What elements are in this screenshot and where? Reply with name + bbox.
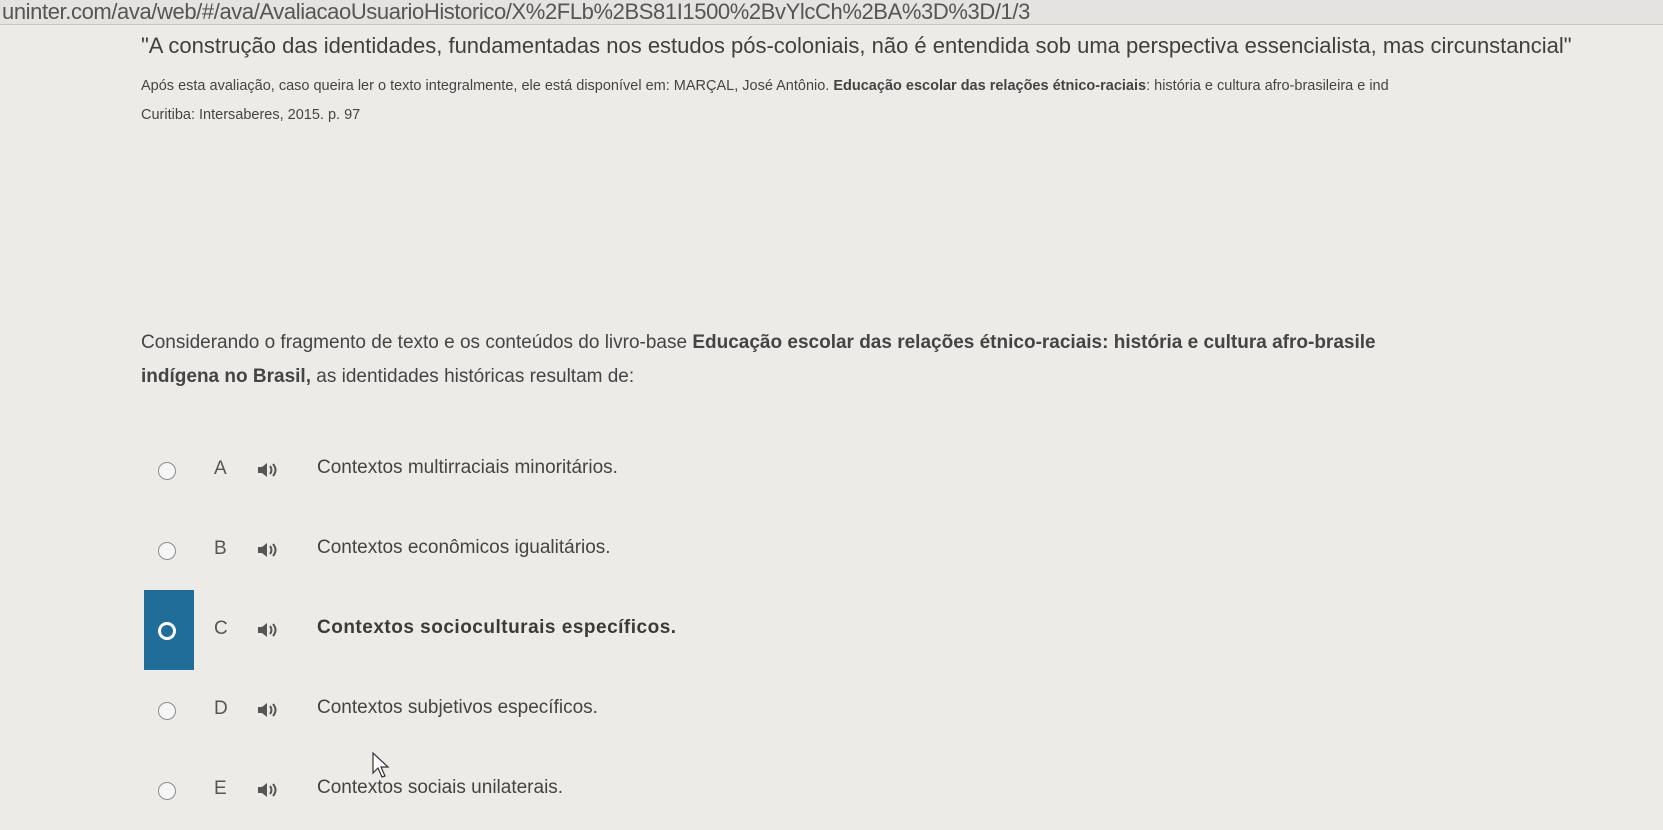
prompt-line-1: Considerando o fragmento de texto e os c… [141,326,1663,360]
question-prompt: Considerando o fragmento de texto e os c… [141,326,1663,394]
option-d[interactable]: D Contextos subjetivos específicos. [144,670,1663,750]
option-letter: A [214,458,227,479]
speaker-icon[interactable] [256,781,280,799]
source-city: Curitiba: Intersaberes, 2015. p. 97 [141,107,361,123]
speaker-icon[interactable] [256,621,280,639]
prompt-end: as identidades históricas resultam de: [310,366,635,387]
option-letter: B [214,538,227,559]
radio-zone[interactable] [144,670,194,750]
source-title: Educação escolar das relações étnico-rac… [833,78,1147,94]
option-a[interactable]: A Contextos multirraciais minoritários. [144,430,1663,510]
option-letter: D [214,698,228,719]
speaker-icon[interactable] [256,461,280,479]
speaker-icon[interactable] [256,701,280,719]
radio-button[interactable] [158,782,176,800]
radio-button[interactable] [158,462,176,480]
radio-zone[interactable] [144,510,194,590]
option-text: Contextos econômicos igualitários. [317,537,611,558]
address-bar[interactable]: uninter.com/ava/web/#/ava/AvaliacaoUsuar… [0,0,1663,25]
radio-zone[interactable] [144,430,194,510]
option-c[interactable]: C Contextos socioculturais específicos. [144,590,1663,670]
option-text: Contextos socioculturais específicos. [317,617,677,638]
radio-zone[interactable] [144,750,194,830]
prompt-book-title-2: indígena no Brasil, [141,366,311,387]
option-letter: E [214,778,227,799]
radio-button[interactable] [158,542,176,560]
option-text: Contextos sociais unilaterais. [317,777,564,798]
quote-text: "A construção das identidades, fundament… [141,33,1572,58]
prompt-line-2: indígena no Brasil, as identidades histó… [141,360,1663,394]
option-letter: C [214,618,228,639]
source-suffix: : história e cultura afro-brasileira e i… [1146,78,1389,94]
mouse-pointer-icon [372,752,390,778]
option-text: Contextos multirraciais minoritários. [317,457,618,478]
radio-button[interactable] [158,622,176,640]
radio-zone[interactable] [144,590,194,670]
option-b[interactable]: B Contextos econômicos igualitários. [144,510,1663,590]
prompt-start: Considerando o fragmento de texto e os c… [141,332,693,353]
option-text: Contextos subjetivos específicos. [317,697,598,718]
prompt-book-title-1: Educação escolar das relações étnico-rac… [692,332,1376,353]
radio-button[interactable] [158,702,176,720]
source-reference: Após esta avaliação, caso queira ler o t… [141,78,1663,94]
url-text: uninter.com/ava/web/#/ava/AvaliacaoUsuar… [2,0,1030,24]
speaker-icon[interactable] [256,541,280,559]
source-prefix: Após esta avaliação, caso queira ler o t… [141,78,834,94]
